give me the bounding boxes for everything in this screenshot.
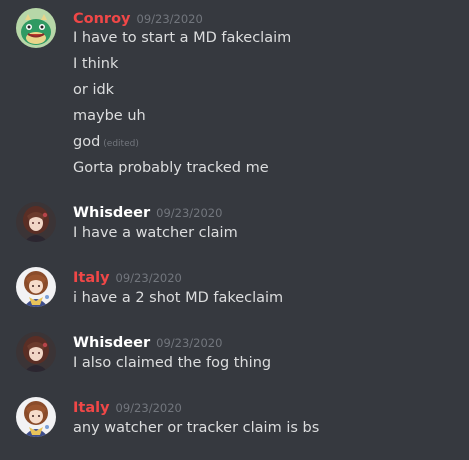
anime-girl-light-icon bbox=[16, 267, 56, 307]
message-header: Italy 09/23/2020 bbox=[73, 267, 182, 287]
author-name[interactable]: Italy bbox=[73, 270, 110, 286]
message-line: god (edited) bbox=[73, 131, 139, 153]
author-name[interactable]: Italy bbox=[73, 400, 110, 416]
timestamp: 09/23/2020 bbox=[156, 336, 223, 350]
edited-label: (edited) bbox=[103, 139, 139, 149]
message-header: Whisdeer 09/23/2020 bbox=[73, 202, 222, 222]
avatar[interactable] bbox=[16, 332, 56, 372]
message-header: Whisdeer 09/23/2020 bbox=[73, 332, 222, 352]
message-text: I think bbox=[73, 56, 119, 72]
author-name[interactable]: Whisdeer bbox=[73, 335, 150, 351]
message-text: i have a 2 shot MD fakeclaim bbox=[73, 290, 284, 306]
message-text: I have to start a MD fakeclaim bbox=[73, 30, 292, 46]
message-header: Italy 09/23/2020 bbox=[73, 397, 182, 417]
message-text: or idk bbox=[73, 82, 115, 98]
avatar[interactable] bbox=[16, 267, 56, 307]
message-text: maybe uh bbox=[73, 108, 146, 124]
message-text: any watcher or tracker claim is bs bbox=[73, 420, 320, 436]
author-name[interactable]: Conroy bbox=[73, 11, 131, 27]
avatar[interactable] bbox=[16, 8, 56, 48]
anime-girl-dark-icon bbox=[16, 332, 56, 372]
message-header: Conroy 09/23/2020 bbox=[73, 8, 203, 28]
timestamp: 09/23/2020 bbox=[136, 12, 203, 26]
avatar[interactable] bbox=[16, 397, 56, 437]
message-list: Conroy 09/23/2020 I have to start a MD fa… bbox=[0, 0, 469, 460]
timestamp: 09/23/2020 bbox=[156, 206, 223, 220]
message-text: I also claimed the fog thing bbox=[73, 355, 272, 371]
message-text: I have a watcher claim bbox=[73, 225, 238, 241]
anime-girl-dark-icon bbox=[16, 202, 56, 242]
timestamp: 09/23/2020 bbox=[115, 401, 182, 415]
message-text: god bbox=[73, 134, 101, 150]
green-dinosaur-icon bbox=[16, 8, 56, 48]
timestamp: 09/23/2020 bbox=[115, 271, 182, 285]
message-text: Gorta probably tracked me bbox=[73, 160, 269, 176]
avatar[interactable] bbox=[16, 202, 56, 242]
author-name[interactable]: Whisdeer bbox=[73, 205, 150, 221]
anime-girl-light-icon bbox=[16, 397, 56, 437]
